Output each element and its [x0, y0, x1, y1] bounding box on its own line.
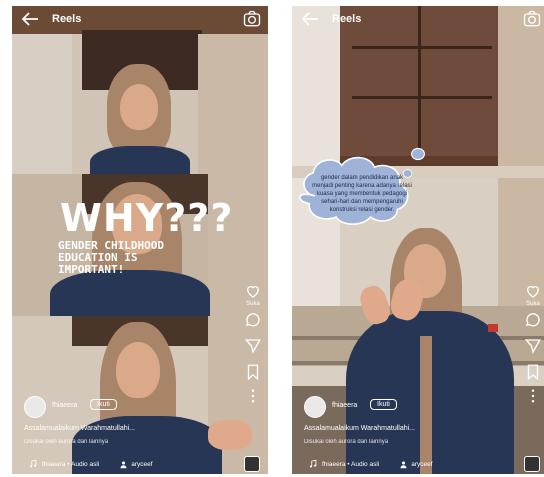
bubble-text: gender dalam pendidikan anak menjadi pen…: [312, 175, 412, 213]
camera-icon[interactable]: [522, 9, 542, 29]
tagged-user[interactable]: aryceef: [411, 461, 432, 468]
music-icon: [29, 459, 37, 468]
side-actions: Suka: [522, 282, 544, 405]
page-title: Reels: [332, 13, 362, 25]
likes-caption: Disukai oleh aurora dan lainnya: [24, 439, 109, 445]
more-icon[interactable]: [244, 387, 262, 405]
send-icon[interactable]: [244, 337, 262, 355]
heart-icon[interactable]: [524, 282, 542, 300]
why-heading: WHY???: [60, 196, 234, 240]
reel-screen-right: gender dalam pendidikan anak menjadi pen…: [292, 6, 544, 474]
heart-icon[interactable]: [244, 282, 262, 300]
person-icon: [120, 461, 127, 468]
thought-dot-large: [411, 147, 425, 161]
top-bar: Reels: [12, 6, 268, 32]
audio-thumbnail[interactable]: [244, 456, 260, 472]
topic-heading: GENDER CHILDHOOD EDUCATION IS IMPORTANT!: [58, 239, 164, 276]
tagged-user[interactable]: aryceef: [131, 461, 152, 468]
back-arrow-icon[interactable]: [18, 7, 42, 31]
bookmark-icon[interactable]: [244, 363, 262, 381]
audio-thumbnail[interactable]: [524, 456, 540, 472]
follow-button[interactable]: Ikuti: [90, 399, 117, 410]
avatar[interactable]: [304, 396, 326, 418]
caption[interactable]: Assalamualaikum Warahmatullahi...: [304, 425, 415, 432]
page-title: Reels: [52, 13, 82, 25]
likes-caption: Disukai oleh aurora dan lainnya: [304, 439, 389, 445]
username[interactable]: fhiaeera: [332, 402, 357, 409]
like-label: Suka: [246, 301, 260, 307]
like-label: Suka: [526, 301, 540, 307]
music-icon: [309, 459, 317, 468]
username[interactable]: fhiaeera: [52, 402, 77, 409]
side-actions: Suka: [242, 282, 264, 405]
comment-icon[interactable]: [524, 311, 542, 329]
audio-label[interactable]: fhiaeera • Audio asli: [322, 461, 379, 468]
send-icon[interactable]: [524, 337, 542, 355]
audio-bar: fhiaeera • Audio asli aryceef: [12, 454, 268, 474]
more-icon[interactable]: [524, 387, 542, 405]
reel-screen-left: WHY??? GENDER CHILDHOOD EDUCATION IS IMP…: [12, 6, 268, 474]
person-icon: [400, 461, 407, 468]
back-arrow-icon[interactable]: [298, 7, 322, 31]
audio-bar: fhiaeera • Audio asli aryceef: [292, 454, 544, 474]
audio-label[interactable]: fhiaeera • Audio asli: [42, 461, 99, 468]
avatar[interactable]: [24, 396, 46, 418]
video-frame-3: [12, 316, 268, 474]
camera-icon[interactable]: [242, 9, 262, 29]
top-bar: Reels: [292, 6, 544, 32]
caption[interactable]: Assalamualaikum Warahmatullahi...: [24, 425, 135, 432]
bookmark-icon[interactable]: [524, 363, 542, 381]
follow-button[interactable]: Ikuti: [370, 399, 397, 410]
video-frame-2: WHY??? GENDER CHILDHOOD EDUCATION IS IMP…: [12, 174, 268, 316]
comment-icon[interactable]: [244, 311, 262, 329]
